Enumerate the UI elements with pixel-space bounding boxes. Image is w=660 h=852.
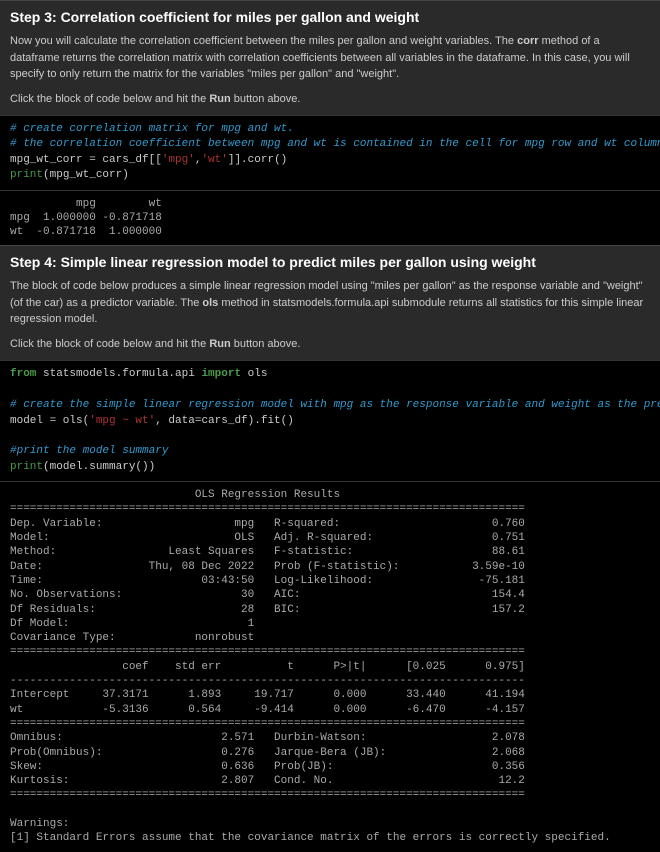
step4-instruction: Click the block of code below and hit th… [10, 336, 650, 353]
code-text: (model.summary()) [43, 461, 155, 473]
step3-code-block[interactable]: # create correlation matrix for mpg and … [0, 115, 660, 191]
code-text: (mpg_wt_corr) [43, 169, 129, 181]
code-comment: # create the simple linear regression mo… [10, 399, 660, 411]
run-keyword: Run [209, 93, 230, 105]
code-text: , data=cars_df).fit() [155, 415, 294, 427]
step4-description: The block of code below produces a simpl… [10, 278, 650, 328]
step3-description: Now you will calculate the correlation c… [10, 33, 650, 83]
code-keyword: import [201, 368, 241, 380]
code-builtin: print [10, 461, 43, 473]
code-string: 'mpg ~ wt' [89, 415, 155, 427]
step3-instr-p1: Click the block of code below and hit th… [10, 93, 209, 105]
ols-keyword: ols [202, 297, 218, 309]
code-text: statsmodels.formula.api [36, 368, 201, 380]
code-builtin: print [10, 169, 43, 181]
code-text: ols [241, 368, 267, 380]
code-text: model = ols( [10, 415, 89, 427]
step4-title: Step 4: Simple linear regression model t… [10, 254, 650, 270]
step3-instr-p2: button above. [231, 93, 301, 105]
code-text: ]].corr() [228, 154, 287, 166]
step4-instr-p2: button above. [231, 338, 301, 350]
step3-title: Step 3: Correlation coefficient for mile… [10, 9, 650, 25]
step4-instr-p1: Click the block of code below and hit th… [10, 338, 209, 350]
code-keyword: from [10, 368, 36, 380]
step4-code-block[interactable]: from statsmodels.formula.api import ols … [0, 360, 660, 482]
step3-instruction: Click the block of code below and hit th… [10, 91, 650, 108]
code-string: 'wt' [201, 154, 227, 166]
code-comment: # the correlation coefficient between mp… [10, 138, 660, 150]
step3-output: mpg wt mpg 1.000000 -0.871718 wt -0.8717… [0, 191, 660, 246]
run-keyword: Run [209, 338, 230, 350]
step4-output: OLS Regression Results =================… [0, 482, 660, 851]
code-comment: # create correlation matrix for mpg and … [10, 123, 294, 135]
step4-header: Step 4: Simple linear regression model t… [0, 245, 660, 360]
corr-keyword: corr [517, 35, 538, 47]
step3-header: Step 3: Correlation coefficient for mile… [0, 0, 660, 115]
step3-desc-p1: Now you will calculate the correlation c… [10, 35, 517, 47]
code-comment: #print the model summary [10, 445, 168, 457]
code-text: mpg_wt_corr = cars_df[[ [10, 154, 162, 166]
code-string: 'mpg' [162, 154, 195, 166]
